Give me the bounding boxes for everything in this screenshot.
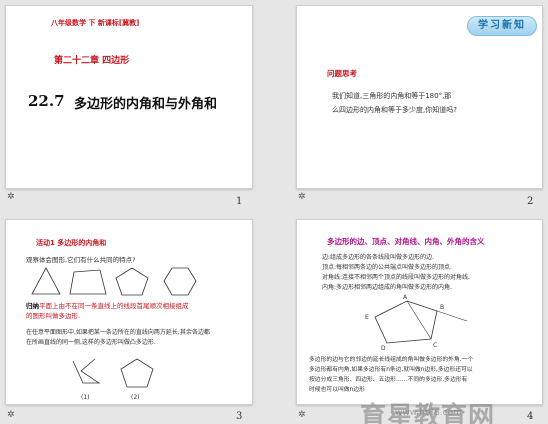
pentagon-figure: A B C D E <box>365 294 468 352</box>
figure-label-b: (2) <box>131 394 140 401</box>
paragraph-line-1: 多边形的边与它的邻边的延长线组成的角叫做多边形的外角.一个 <box>309 357 474 363</box>
triangle-shape <box>31 267 61 295</box>
chapter-title: 第二十二章 四边形 <box>54 56 130 66</box>
vertex-label: D <box>381 345 386 352</box>
hexagon-shape <box>163 267 197 296</box>
concave-shape <box>72 358 101 384</box>
paragraph-line-4: 时候也可以叫做n边形 <box>309 387 365 393</box>
vertex-label: E <box>365 314 369 321</box>
slide-thumbnail-2[interactable]: 学习新知 问题思考 我们知道,三角形的内角和等于180°,那 么四边形的内角和等… <box>296 5 543 189</box>
concept-item: 边:组成多边形的各条线段叫做多边形的边. <box>322 254 434 261</box>
body-line-2: 在所画直线的同一侧,这样的多边形叫做凸多边形. <box>26 339 156 346</box>
paragraph-line-3: 按边分成三角形、四边形、五边形……不同的多边形.多边形有 <box>309 377 468 383</box>
body-line-1: 在任意平面图形中,如果把某一条边所在的直线向两方延长,其余各边都 <box>26 329 210 336</box>
question-line-1: 我们知道,三角形的内角和等于180°,那 <box>332 92 452 100</box>
concept-item: 顶点:每相邻两条边的公共端点叫做多边形的顶点. <box>322 264 452 271</box>
section-number: 22.7 <box>28 92 65 110</box>
conclusion-line-2: 的图形叫做多边形. <box>26 312 81 320</box>
polygon-shapes-figure <box>31 267 197 296</box>
problem-heading: 问题思考 <box>327 69 357 78</box>
subject-line: 八年级数学 下 新课标[冀教] <box>51 19 140 27</box>
slide-transition-icon[interactable]: ✲ <box>7 193 16 202</box>
slide-number-2: 2 <box>527 196 534 207</box>
observe-text: 观察体会图形,它们有什么共同的特点? <box>26 256 136 264</box>
slide-thumbnail-4[interactable]: 多边形的边、顶点、对角线、内角、外角的含义 边:组成多边形的各条线段叫做多边形的… <box>296 219 543 405</box>
slide-thumbnail-3[interactable]: 活动1 多边形的内角和 观察体会图形,它们有什么共同的特点? 归纳平面上由不在同… <box>5 219 253 405</box>
vertex-label: B <box>440 304 444 311</box>
convex-shape <box>120 358 154 388</box>
extended-side <box>436 310 468 322</box>
learn-new-badge: 学习新知 <box>467 16 537 36</box>
section-title: 多边形的内角和与外角和 <box>74 97 218 112</box>
pentagon-shape <box>115 267 149 296</box>
activity-title: 活动1 多边形的内角和 <box>36 239 107 247</box>
conclusion-line-1: 归纳平面上由不在同一条直线上的线段首尾顺次相接组成 <box>26 302 189 310</box>
watermark-url: www.ht88.com <box>395 408 462 418</box>
concept-item: 对角线:连接不相邻两个顶点的线段叫做多边形的对角线. <box>322 274 470 281</box>
slide-number-3: 3 <box>236 411 243 422</box>
quadrilateral-shape <box>69 269 107 295</box>
slide-transition-icon[interactable]: ✲ <box>298 193 307 202</box>
slide-thumbnail-1[interactable]: 八年级数学 下 新课标[冀教] 第二十二章 四边形 22.7 多边形的内角和与外… <box>5 5 253 189</box>
convex-nonconvex-figure: (1) (2) <box>72 358 154 401</box>
question-line-2: 么四边形的内角和等于多少度,你知道吗? <box>332 106 457 114</box>
concept-item: 内角:多边形相邻两边组成的角叫做多边形的内角. <box>322 284 452 291</box>
paragraph-line-2: 多边形都有内角,如果多边形有n条边,就叫做n边形,多边形还可以 <box>309 367 473 373</box>
slide-number-4: 4 <box>527 411 534 422</box>
slide-transition-icon[interactable]: ✲ <box>298 411 307 420</box>
slide-number-1: 1 <box>236 196 243 207</box>
concepts-heading: 多边形的边、顶点、对角线、内角、外角的含义 <box>327 237 485 246</box>
figure-label-a: (1) <box>81 394 90 401</box>
slide-transition-icon[interactable]: ✲ <box>7 411 16 420</box>
vertex-label: A <box>403 294 408 301</box>
slide-sorter-view: 八年级数学 下 新课标[冀教] 第二十二章 四边形 22.7 多边形的内角和与外… <box>0 0 548 424</box>
labeled-pentagon <box>374 300 438 344</box>
vertex-label: C <box>433 342 437 349</box>
pentagon-diagonal <box>406 300 432 340</box>
conclusion-label: 归纳 <box>26 302 39 310</box>
